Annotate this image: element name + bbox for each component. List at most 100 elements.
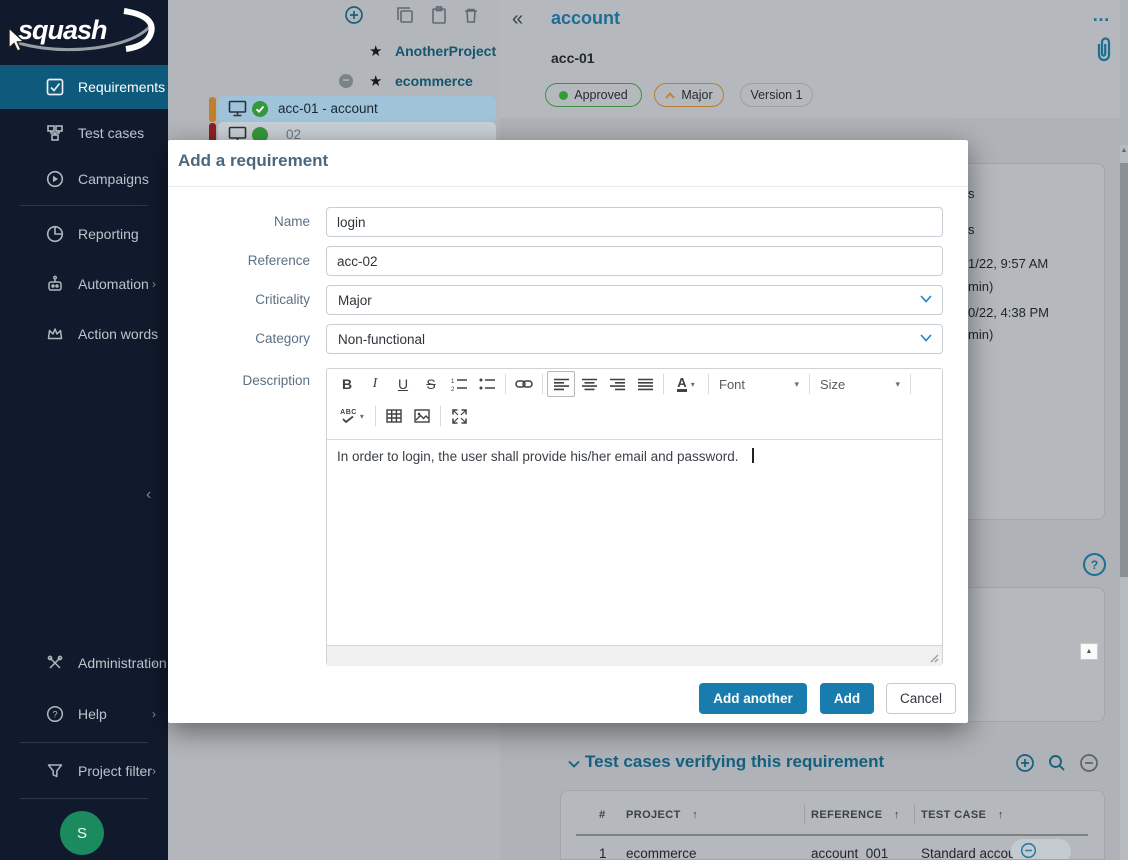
version-badge-label: Version 1 <box>750 88 802 102</box>
font-family-dropdown[interactable]: Font ▾ <box>713 372 805 396</box>
sidebar-item-label: Test cases <box>78 125 144 141</box>
criticality-select[interactable]: Major <box>326 285 943 315</box>
sidebar-item-project-filter[interactable]: Project filter › <box>0 749 168 793</box>
cell-test-case: Standard accoun <box>921 846 1023 860</box>
sidebar-item-label: Requirements <box>78 79 165 95</box>
link-button[interactable] <box>510 371 538 397</box>
sidebar-item-reporting[interactable]: Reporting <box>0 212 168 256</box>
bulleted-list-button[interactable] <box>473 371 501 397</box>
sidebar-collapse-chevron[interactable]: ‹ <box>146 486 151 504</box>
attachments-paperclip-icon[interactable] <box>1094 36 1114 64</box>
verifying-section-title[interactable]: Test cases verifying this requirement <box>585 752 884 772</box>
help-question-icon: ? <box>46 705 64 723</box>
project-star-icon[interactable]: ★ <box>369 42 382 60</box>
new-requirement-plus-icon[interactable] <box>344 5 364 25</box>
editor-content-area[interactable]: In order to login, the user shall provid… <box>327 439 942 646</box>
collapse-toolbar-button[interactable]: ▲ <box>1080 643 1098 660</box>
name-label: Name <box>178 214 310 229</box>
category-value: Non-functional <box>338 332 425 347</box>
font-size-dropdown[interactable]: Size ▾ <box>814 372 906 396</box>
strikethrough-button[interactable]: S <box>417 371 445 397</box>
copy-icon[interactable] <box>395 5 415 25</box>
user-avatar[interactable]: S <box>60 811 104 855</box>
sort-asc-icon: ↑ <box>998 809 1004 821</box>
toolbar-separator <box>663 374 664 394</box>
criticality-badge-label: Major <box>681 88 712 102</box>
chevron-right-icon: › <box>152 656 156 670</box>
category-select[interactable]: Non-functional <box>326 324 943 354</box>
vertical-scrollbar[interactable]: ▲ <box>1120 145 1128 860</box>
chevron-up-icon <box>665 92 675 99</box>
align-right-button[interactable] <box>603 371 631 397</box>
toolbar-separator <box>708 374 709 394</box>
sidebar-item-test-cases[interactable]: Test cases <box>0 111 168 155</box>
cancel-button[interactable]: Cancel <box>886 683 956 714</box>
maximize-button[interactable] <box>445 403 473 429</box>
numbered-list-button[interactable]: 12 <box>445 371 473 397</box>
reference-input[interactable] <box>326 246 943 276</box>
align-center-button[interactable] <box>575 371 603 397</box>
column-separator[interactable] <box>804 804 805 824</box>
column-separator[interactable] <box>914 804 915 824</box>
project-star-icon[interactable]: ★ <box>369 72 382 90</box>
add-test-case-plus-icon[interactable] <box>1015 753 1035 773</box>
chevron-right-icon: › <box>152 707 156 721</box>
more-menu-icon[interactable]: … <box>1092 5 1111 26</box>
col-header-project[interactable]: PROJECT ↑ <box>626 809 698 821</box>
insert-image-button[interactable] <box>408 403 436 429</box>
add-another-button[interactable]: Add another <box>699 683 807 714</box>
rich-text-editor: B I U S 12 <box>326 368 943 665</box>
status-approved-check-icon <box>252 127 268 140</box>
unbind-minus-circle-icon[interactable] <box>1020 842 1037 859</box>
tree-node-partial[interactable]: 02 <box>168 120 500 140</box>
tree-project-anotherproject[interactable]: AnotherProject <box>395 43 496 59</box>
name-input[interactable] <box>326 207 943 237</box>
description-text: In order to login, the user shall provid… <box>337 449 738 464</box>
col-header-label: TEST CASE <box>921 809 986 821</box>
scroll-up-arrow[interactable]: ▲ <box>1120 147 1128 154</box>
text-color-button[interactable]: A ▾ <box>668 371 704 397</box>
description-label: Description <box>178 373 310 388</box>
svg-text:1: 1 <box>451 379 455 385</box>
col-header-num[interactable]: # <box>599 809 606 821</box>
criticality-badge: Major <box>654 83 724 107</box>
help-circle-icon[interactable]: ? <box>1083 553 1106 576</box>
italic-button[interactable]: I <box>361 371 389 397</box>
toolbar-separator <box>440 406 441 426</box>
remove-test-case-minus-icon[interactable] <box>1079 753 1099 773</box>
underline-button[interactable]: U <box>389 371 417 397</box>
col-header-test-case[interactable]: TEST CASE ↑ <box>921 809 1004 821</box>
scrollbar-thumb[interactable] <box>1120 163 1128 577</box>
bold-button[interactable]: B <box>333 371 361 397</box>
modified-on-fragment: min) <box>968 327 993 342</box>
insert-table-button[interactable] <box>380 403 408 429</box>
sidebar-item-automation[interactable]: Automation › <box>0 262 168 306</box>
sidebar-item-requirements[interactable]: Requirements <box>0 65 168 109</box>
toolbar-separator <box>809 374 810 394</box>
svg-text:2: 2 <box>451 387 455 392</box>
delete-trash-icon[interactable] <box>461 5 481 25</box>
search-test-case-icon[interactable] <box>1047 753 1067 773</box>
collapse-node-minus-icon[interactable]: − <box>339 74 353 88</box>
sidebar-item-help[interactable]: ? Help › <box>0 692 168 736</box>
spellcheck-button[interactable]: ABC ▾ <box>333 403 371 429</box>
sort-asc-icon: ↑ <box>894 809 900 821</box>
sidebar-item-campaigns[interactable]: Campaigns <box>0 157 168 201</box>
sidebar-item-label: Project filter <box>78 763 152 779</box>
paste-icon[interactable] <box>429 5 449 25</box>
sidebar-item-administration[interactable]: Administration › <box>0 641 168 685</box>
tree-project-ecommerce[interactable]: ecommerce <box>395 73 473 89</box>
status-badge-label: Approved <box>574 88 628 102</box>
align-left-button[interactable] <box>547 371 575 397</box>
collapse-panel-icon[interactable]: « <box>512 8 523 31</box>
administration-tools-icon <box>46 654 64 672</box>
status-badge: Approved <box>545 83 642 107</box>
col-header-label: REFERENCE <box>811 809 882 821</box>
col-header-reference[interactable]: REFERENCE ↑ <box>811 809 900 821</box>
tree-node-label-fragment: 02 <box>286 127 301 140</box>
section-chevron-down-icon[interactable] <box>568 760 580 768</box>
resize-grip-icon[interactable] <box>930 654 939 663</box>
justify-button[interactable] <box>631 371 659 397</box>
add-button[interactable]: Add <box>820 683 874 714</box>
sidebar-item-action-words[interactable]: Action words <box>0 312 168 356</box>
